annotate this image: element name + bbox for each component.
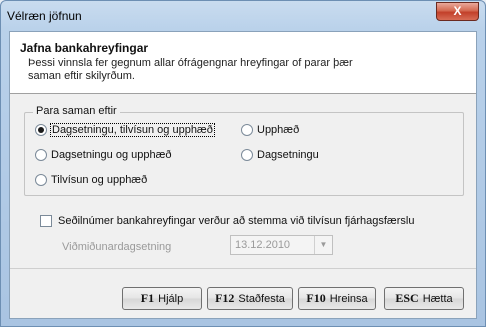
radio-unselected-icon [241,124,253,136]
header-title: Jafna bankahreyfingar [20,41,149,55]
help-button[interactable]: F1 Hjálp [122,287,202,310]
radio-unselected-icon [241,149,253,161]
clear-button[interactable]: F10 Hreinsa [298,287,376,310]
reference-date-value: 13.12.2010 [235,239,291,251]
quit-key: ESC [395,291,419,305]
title-bar[interactable]: Vélræn jöfnun X [1,1,485,31]
radio-reference-amount[interactable]: Tilvísun og upphæð [35,174,147,186]
quit-button[interactable]: ESC Hætta [384,287,464,310]
confirm-button[interactable]: F12 Staðfesta [207,287,293,310]
reference-date-picker[interactable]: 13.12.2010 ▼ [230,235,333,255]
radio-date-reference-amount[interactable]: Dagsetningu, tilvísun og upphæð [35,123,215,137]
help-label: Hjálp [158,292,184,305]
quit-label: Hætta [422,292,453,305]
dialog-client-area: Jafna bankahreyfingar Þessi vinnsla fer … [9,31,477,319]
dialog-header: Jafna bankahreyfingar Þessi vinnsla fer … [10,32,476,94]
header-description: Þessi vinnsla fer gegnum allar ófrágengn… [28,57,353,82]
match-options-group: Para saman eftir Dagsetningu, tilvísun o… [24,105,464,196]
confirm-label: Staðfesta [238,292,285,305]
close-button[interactable]: X [436,2,479,21]
help-key: F1 [140,291,155,305]
checkbox-unchecked-icon [40,215,52,227]
clear-label: Hreinsa [329,292,368,305]
radio-date[interactable]: Dagsetningu [241,149,319,161]
voucher-match-label: Seðilnúmer bankahreyfingar verður að ste… [58,215,415,227]
clear-key: F10 [306,291,326,305]
radio-label: Upphæð [257,124,300,136]
radio-unselected-icon [35,149,47,161]
confirm-key: F12 [215,291,235,305]
match-options-group-label: Para saman eftir [33,105,120,117]
radio-date-amount[interactable]: Dagsetningu og upphæð [35,149,171,161]
window-title: Vélræn jöfnun [7,9,82,23]
dialog-window: Vélræn jöfnun X Jafna bankahreyfingar Þe… [0,0,486,327]
divider [10,268,476,269]
voucher-match-checkbox[interactable]: Seðilnúmer bankahreyfingar verður að ste… [40,215,414,227]
radio-label: Dagsetningu og upphæð [51,149,172,161]
radio-label: Tilvísun og upphæð [51,174,148,186]
radio-label: Dagsetningu [257,149,319,161]
radio-selected-icon [35,124,47,136]
radio-amount[interactable]: Upphæð [241,124,299,136]
reference-date-label: Viðmiðunardagsetning [62,241,172,253]
radio-label: Dagsetningu, tilvísun og upphæð [50,123,215,137]
radio-unselected-icon [35,174,47,186]
chevron-down-icon[interactable]: ▼ [314,236,332,254]
